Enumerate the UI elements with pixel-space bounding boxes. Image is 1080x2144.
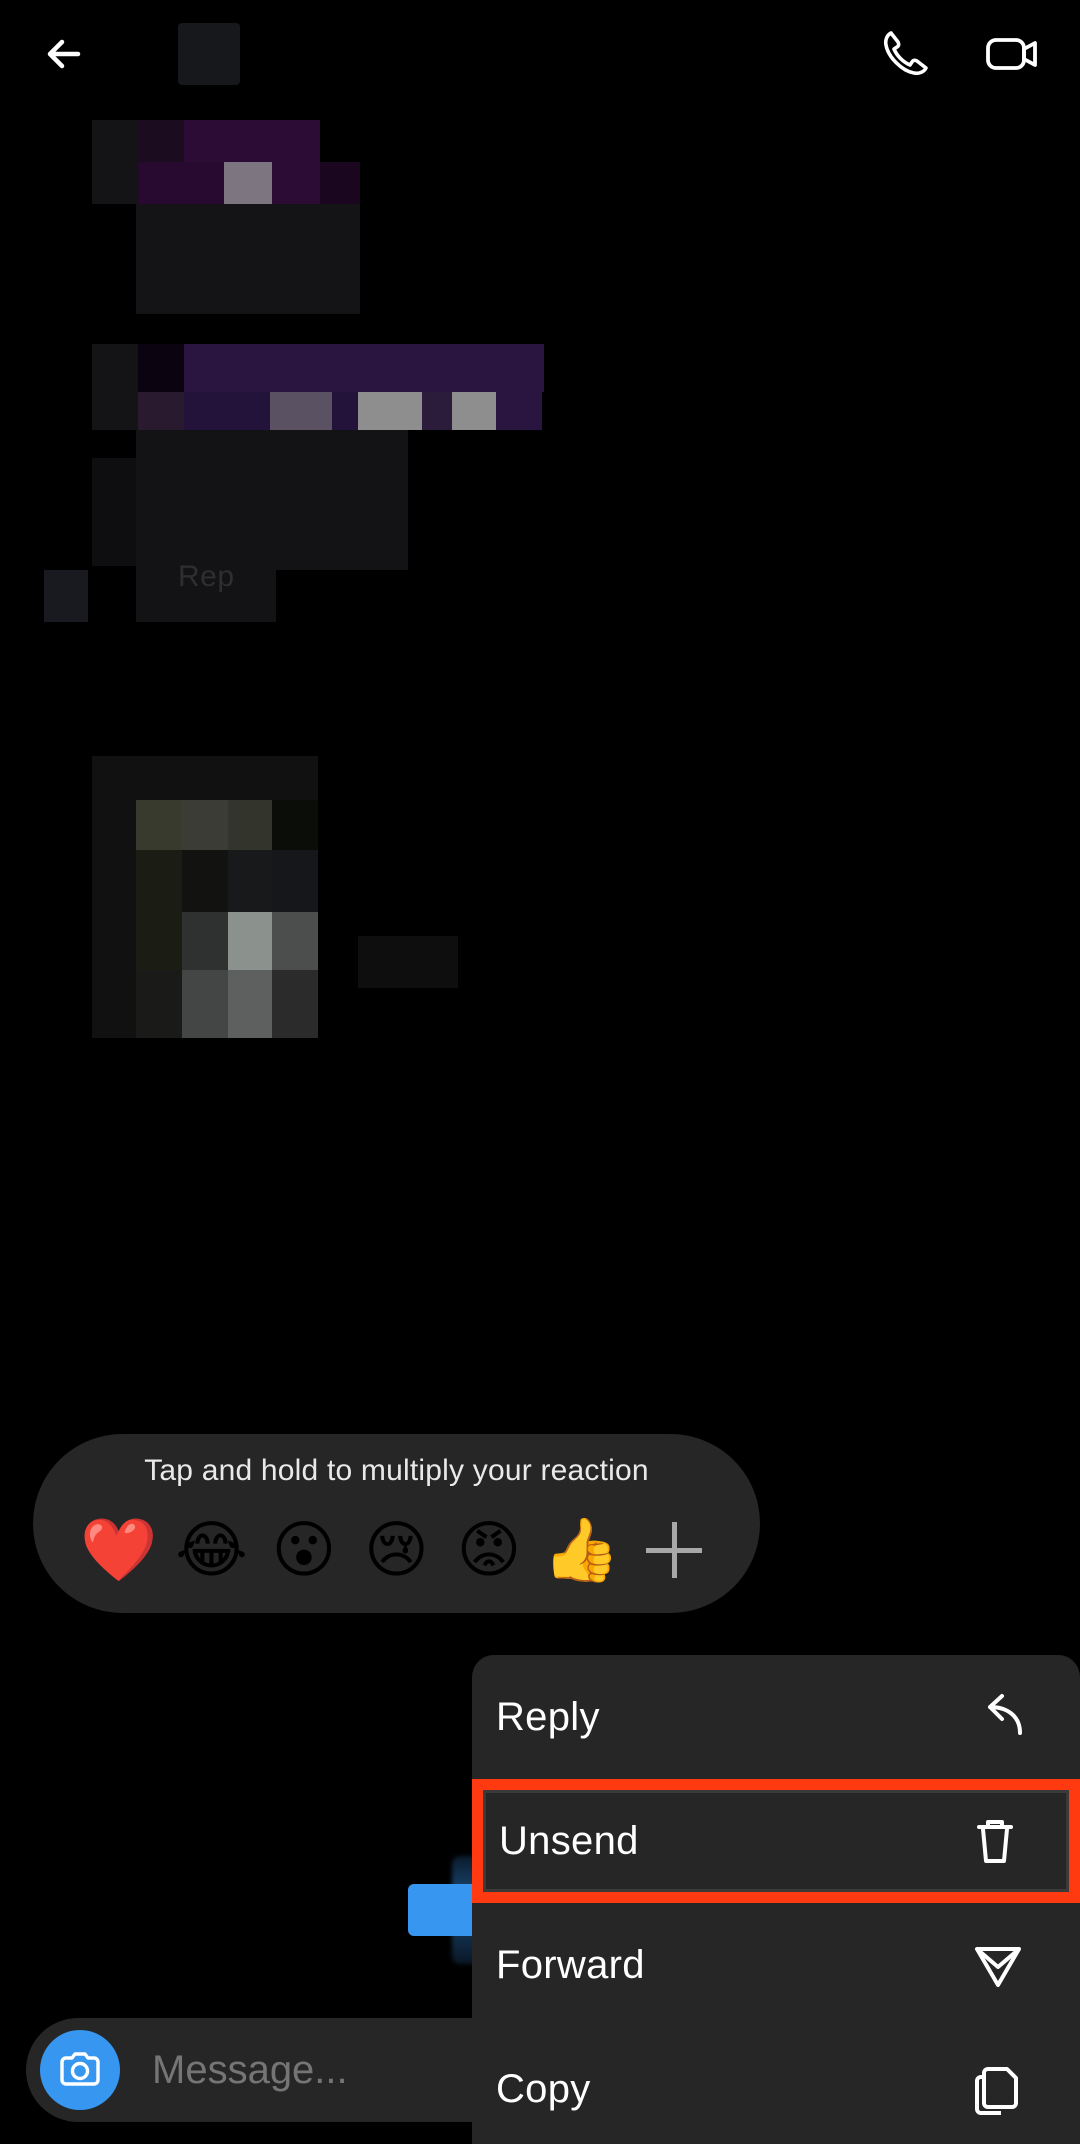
context-menu-item-reply[interactable]: Reply — [472, 1655, 1080, 1779]
censored-block — [224, 162, 272, 204]
censored-block — [92, 120, 138, 204]
context-menu-item-forward[interactable]: Forward — [472, 1903, 1080, 2027]
reaction-picker-bar[interactable]: Tap and hold to multiply your reaction ❤… — [33, 1434, 760, 1613]
replied-to-label: Rep — [178, 560, 235, 593]
censored-block — [272, 912, 318, 970]
camera-icon[interactable] — [40, 2030, 120, 2110]
reaction-crying-icon[interactable]: 😢 — [355, 1508, 439, 1592]
censored-block — [184, 392, 270, 430]
censored-block — [422, 392, 452, 430]
censored-block — [358, 392, 422, 430]
context-menu-item-copy[interactable]: Copy — [472, 2027, 1080, 2144]
censored-block — [138, 344, 184, 392]
context-menu-item-unsend[interactable]: Unsend — [472, 1779, 1080, 1903]
message-thread[interactable]: Rep — [0, 108, 1080, 1448]
chat-header — [0, 0, 1080, 108]
reaction-joy-icon[interactable]: 😂 — [170, 1508, 254, 1592]
censored-block — [452, 392, 496, 430]
context-menu-label-reply: Reply — [496, 1694, 600, 1739]
video-camera-icon[interactable] — [980, 23, 1042, 85]
reaction-thumbs-up-icon[interactable]: 👍 — [540, 1508, 624, 1592]
plus-icon[interactable] — [632, 1508, 716, 1592]
censored-block — [136, 850, 182, 912]
censored-block — [228, 800, 272, 850]
phone-call-icon[interactable] — [874, 23, 936, 85]
censored-block — [358, 936, 458, 988]
censored-block — [138, 392, 184, 430]
censored-block — [44, 570, 88, 622]
censored-block — [276, 520, 408, 570]
censored-block — [272, 970, 318, 1038]
censored-block — [136, 204, 360, 314]
censored-block — [272, 850, 318, 912]
censored-block — [136, 430, 408, 520]
reaction-angry-icon[interactable]: 😡 — [447, 1508, 531, 1592]
censored-block — [138, 120, 184, 162]
reaction-emoji-row[interactable]: ❤️ 😂 😮 😢 😡 👍 — [33, 1508, 760, 1592]
message-context-menu[interactable]: Reply Unsend Forward Copy — [472, 1655, 1080, 2144]
censored-block — [184, 120, 320, 162]
censored-block — [136, 912, 182, 970]
trash-bin-icon — [967, 1813, 1023, 1869]
censored-block — [228, 970, 272, 1038]
context-menu-label-copy: Copy — [496, 2066, 591, 2111]
instagram-dm-screen: Rep Tap and hold to multiply your reacti… — [0, 0, 1080, 2144]
censored-block — [182, 912, 228, 970]
censored-block — [182, 850, 228, 912]
censored-block — [320, 162, 360, 204]
censored-block — [228, 912, 272, 970]
censored-block — [272, 162, 320, 204]
paper-plane-icon — [970, 1937, 1026, 1993]
censored-block — [136, 800, 182, 850]
censored-block — [496, 392, 542, 430]
censored-block — [182, 970, 228, 1038]
censored-block — [332, 392, 358, 430]
censored-block — [270, 392, 332, 430]
censored-block — [184, 344, 544, 392]
censored-block — [92, 344, 138, 430]
censored-block — [228, 850, 272, 912]
reaction-surprised-icon[interactable]: 😮 — [262, 1508, 346, 1592]
back-arrow-icon[interactable] — [38, 25, 96, 83]
censored-block — [272, 800, 318, 850]
censored-block — [92, 458, 136, 566]
avatar[interactable] — [178, 23, 240, 85]
context-menu-label-unsend: Unsend — [499, 1818, 639, 1863]
reaction-hint-text: Tap and hold to multiply your reaction — [144, 1454, 649, 1487]
context-menu-label-forward: Forward — [496, 1942, 645, 1987]
censored-block — [136, 970, 182, 1038]
censored-block — [138, 162, 224, 204]
censored-block — [182, 800, 228, 850]
reply-arrow-icon — [970, 1689, 1026, 1745]
copy-duplicate-icon — [970, 2061, 1026, 2117]
reaction-heart-icon[interactable]: ❤️ — [77, 1508, 161, 1592]
